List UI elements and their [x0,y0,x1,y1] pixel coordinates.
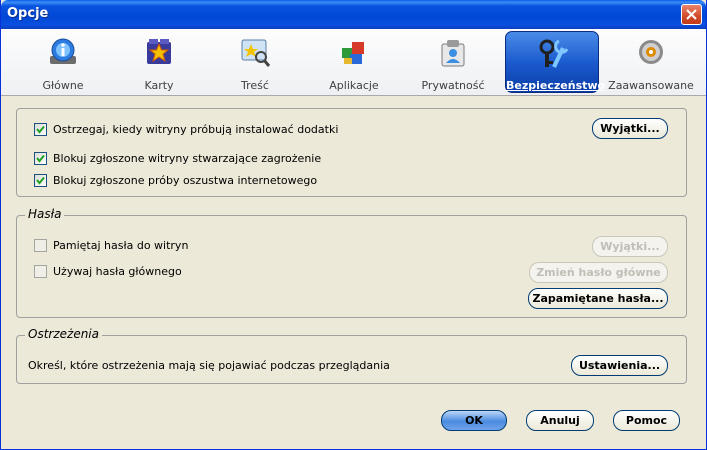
saved-passwords-button[interactable]: Zapamiętane hasła... [528,288,668,309]
tab-content[interactable]: Treść [208,31,302,93]
checkmark-icon [36,154,45,163]
general-icon [50,38,76,64]
advanced-icon [639,40,663,64]
warnings-title: Ostrzeżenia [25,327,102,341]
checkmark-icon [36,125,45,134]
block-attack-checkbox[interactable] [34,152,47,165]
remember-passwords-checkbox[interactable] [34,239,47,252]
block-forgery-label: Blokuj zgłoszone próby oszustwa internet… [53,174,318,187]
addons-exceptions-button[interactable]: Wyjątki... [592,118,668,139]
master-password-checkbox[interactable] [34,265,47,278]
block-attack-label: Blokuj zgłoszone witryny stwarzające zag… [53,152,322,165]
tab-label: Aplikacje [329,79,379,92]
tab-general[interactable]: Główne [16,31,110,93]
help-button[interactable]: Pomoc [613,410,680,431]
warnings-description: Określ, które ostrzeżenia mają się pojaw… [28,359,390,372]
ok-button[interactable]: OK [441,410,507,431]
passwords-exceptions-button[interactable]: Wyjątki... [592,236,668,257]
applications-icon [342,42,364,64]
close-button[interactable] [681,4,702,25]
privacy-icon [441,40,465,67]
warnings-group: Ostrzeżenia Określ, które ostrzeżenia ma… [16,327,687,384]
warnings-settings-button[interactable]: Ustawienia... [571,355,668,376]
block-forgery-checkbox[interactable] [34,174,47,187]
tab-advanced[interactable]: Zaawansowane [604,31,698,93]
tab-label: Treść [241,79,269,92]
options-window: Opcje Główne Karty Treść Aplikacje Prywa… [0,0,707,450]
warn-addons-checkbox[interactable] [34,123,47,136]
tab-label: Główne [42,79,84,92]
tab-label: Karty [144,79,174,92]
cancel-button[interactable]: Anuluj [526,410,594,431]
passwords-group: Hasła Pamiętaj hasła do witryn Wyjątki..… [16,207,687,318]
checkmark-icon [36,176,45,185]
master-password-label: Używaj hasła głównego [53,265,182,278]
addons-group: Ostrzegaj, kiedy witryny próbują instalo… [16,108,687,197]
passwords-title: Hasła [25,207,65,221]
tab-applications[interactable]: Aplikacje [307,31,401,93]
remember-passwords-label: Pamiętaj hasła do witryn [53,239,189,252]
security-icon [539,39,569,68]
warn-addons-label: Ostrzegaj, kiedy witryny próbują instalo… [53,123,339,136]
content-icon [241,39,271,67]
tab-tabs[interactable]: Karty [112,31,206,93]
close-icon [686,9,697,20]
tabs-icon [147,39,171,64]
tab-privacy[interactable]: Prywatność [406,31,500,93]
options-toolbar: Główne Karty Treść Aplikacje Prywatność … [1,29,706,96]
tab-security[interactable]: Bezpieczeństwo [505,31,606,93]
tab-label: Prywatność [421,79,485,92]
window-title: Opcje [7,6,49,21]
tab-label: Bezpieczeństwo [506,79,606,92]
title-bar[interactable]: Opcje [1,0,706,29]
change-master-password-button[interactable]: Zmień hasło główne [529,262,668,283]
tab-label: Zaawansowane [608,79,694,92]
